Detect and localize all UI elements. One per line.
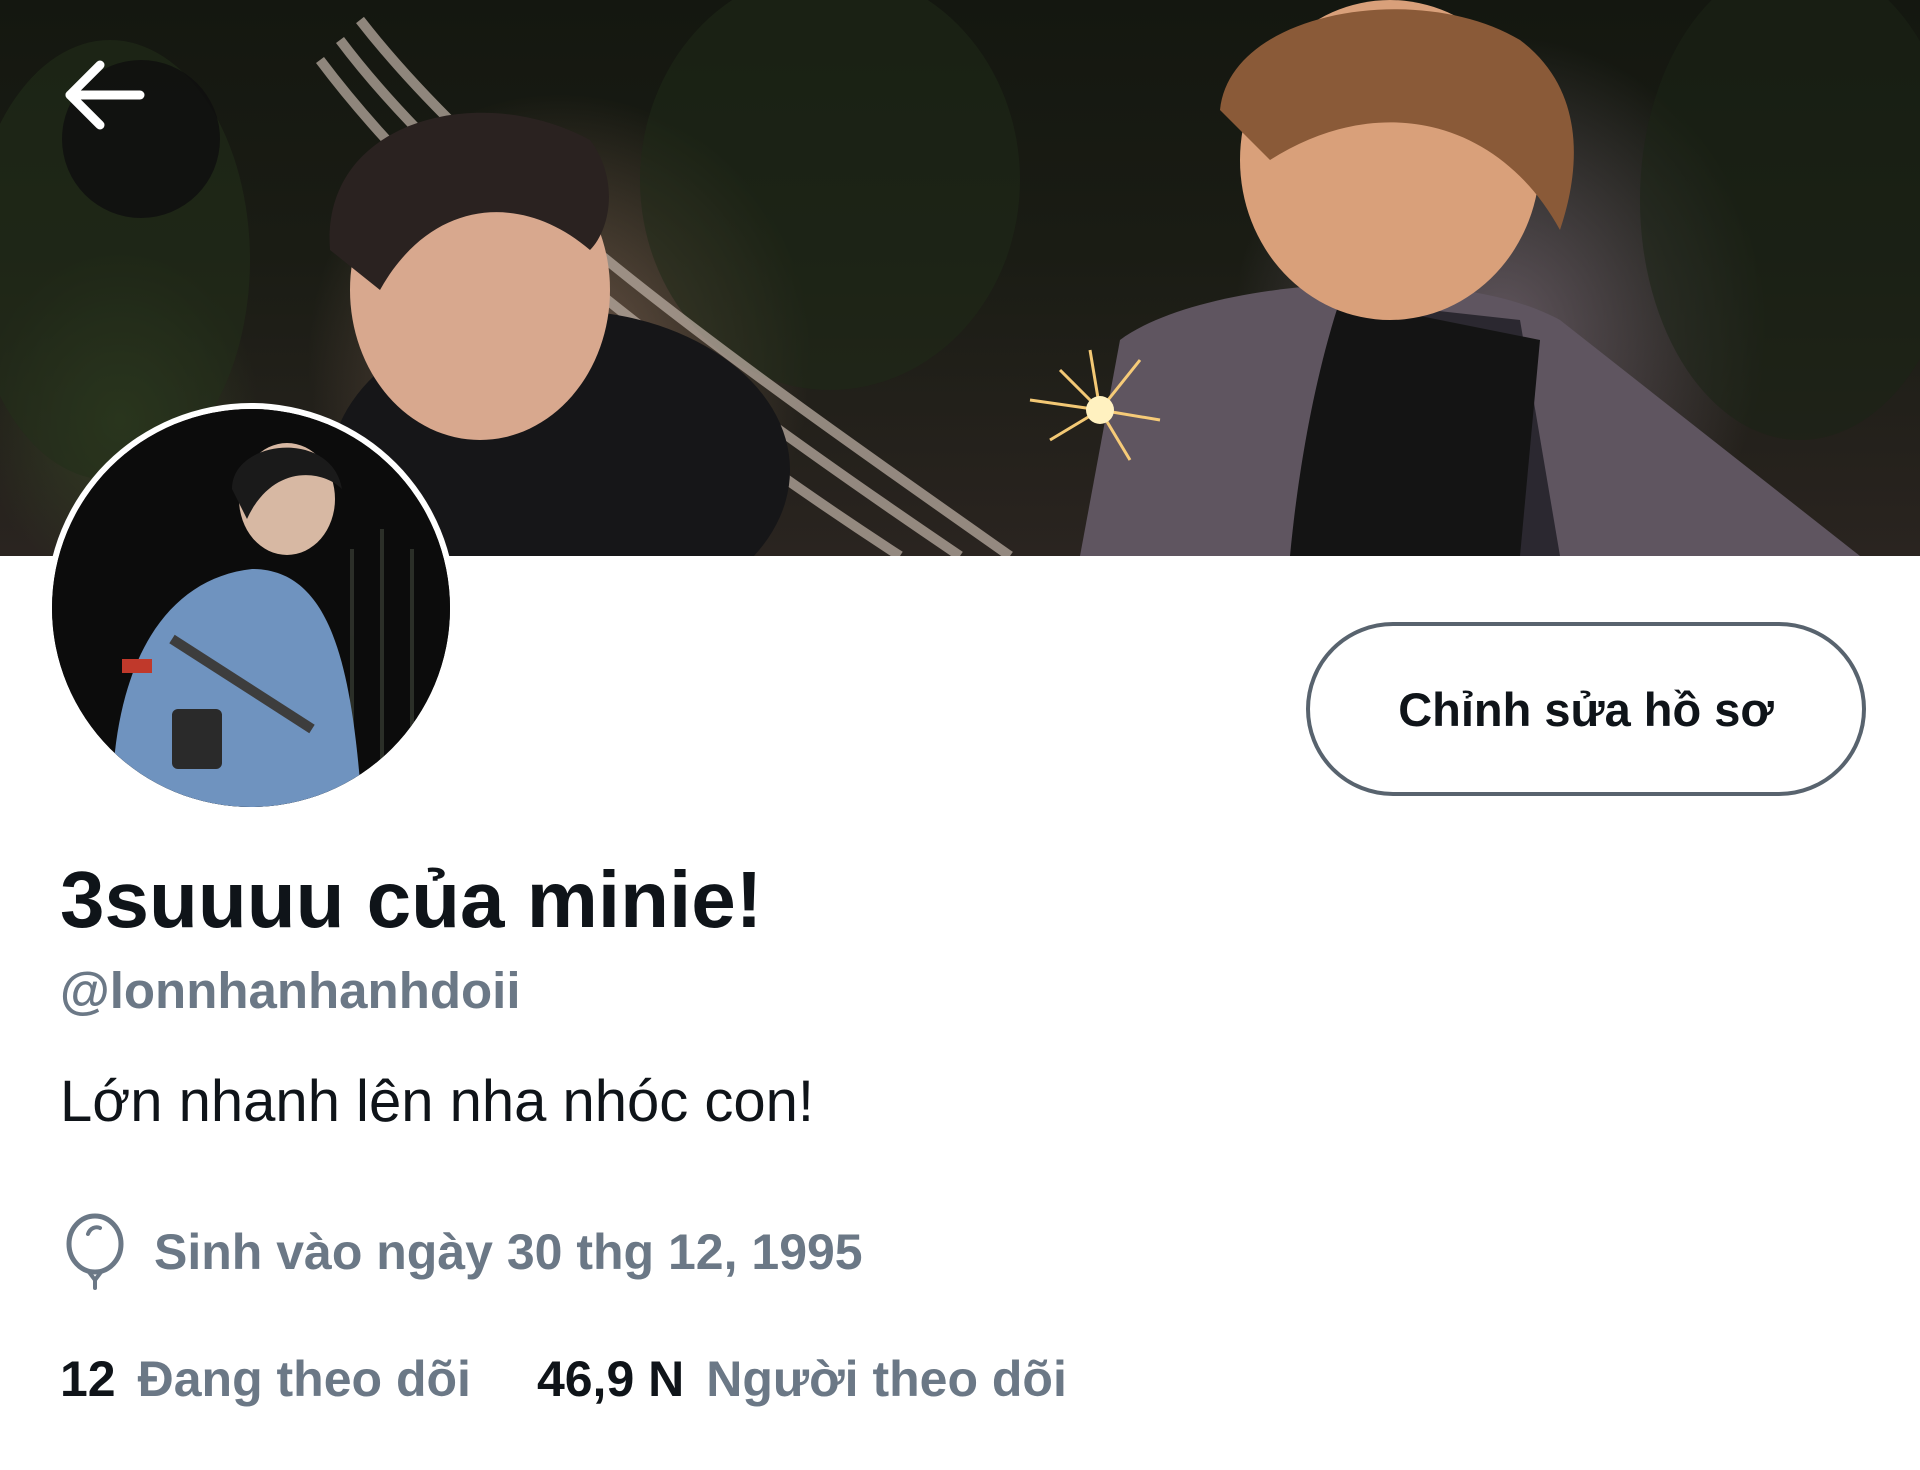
birthday-text: Sinh vào ngày 30 thg 12, 1995 xyxy=(154,1224,863,1280)
arrow-left-icon xyxy=(65,60,145,130)
edit-profile-button-label: Chỉnh sửa hồ sơ xyxy=(1398,682,1774,736)
follow-stats: 12 Đang theo dõi 46,9 N Người theo dõi xyxy=(60,1350,1067,1408)
followers-count: 46,9 N xyxy=(536,1351,685,1407)
profile-avatar[interactable] xyxy=(46,403,456,813)
following-label: Đang theo dõi xyxy=(137,1351,471,1407)
followers-label: Người theo dõi xyxy=(706,1351,1067,1407)
display-name: 3suuuu của minie! xyxy=(60,855,763,944)
balloon-icon xyxy=(66,1213,124,1290)
following-count: 12 xyxy=(60,1351,116,1407)
username-handle: @lonnhanhanhdoii xyxy=(60,962,521,1019)
profile-bio: Lớn nhanh lên nha nhóc con! xyxy=(60,1069,814,1134)
profile-page: Chỉnh sửa hồ sơ 3suuuu của minie! @lonnh… xyxy=(0,0,1920,1470)
back-button[interactable] xyxy=(62,60,220,218)
avatar-photo xyxy=(52,409,450,807)
following-link[interactable]: 12 Đang theo dõi xyxy=(60,1350,471,1408)
birthday-row: Sinh vào ngày 30 thg 12, 1995 xyxy=(60,1212,863,1292)
followers-link[interactable]: 46,9 N Người theo dõi xyxy=(537,1350,1067,1408)
edit-profile-button[interactable]: Chỉnh sửa hồ sơ xyxy=(1306,622,1866,796)
